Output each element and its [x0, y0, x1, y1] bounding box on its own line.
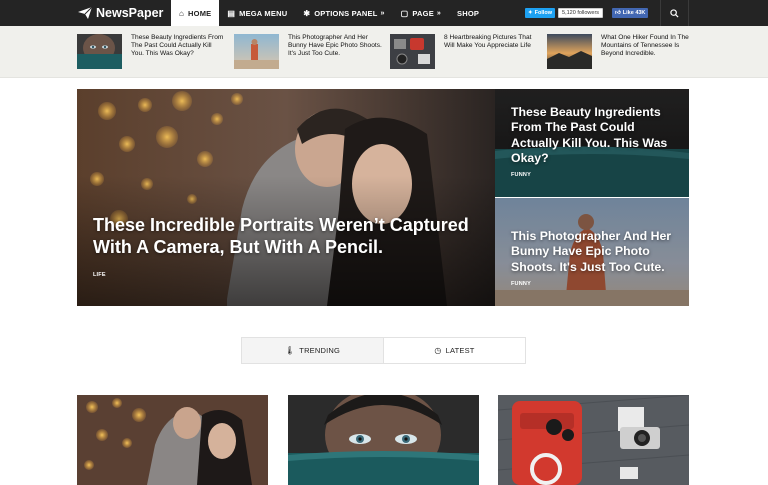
ticker-item[interactable]: This Photographer And Her Bunny Have Epi…	[234, 34, 383, 69]
paper-plane-icon	[78, 7, 92, 19]
twitter-follow-button[interactable]: ✦ Follow	[525, 8, 556, 18]
hero-main-post[interactable]: These Incredible Portraits Weren’t Captu…	[77, 89, 495, 306]
ticker-thumbnail-bunny-photographer	[234, 34, 279, 69]
ticker-thumbnail-mountain-sunset	[547, 34, 592, 69]
twitter-follower-count: 5,120 followers	[558, 8, 604, 18]
nav-mega-menu-label: MEGA MENU	[239, 8, 288, 18]
hero-side-title[interactable]: These Beauty Ingredients From The Past C…	[511, 105, 681, 167]
hero-side-post[interactable]: These Beauty Ingredients From The Past C…	[495, 89, 689, 197]
hero-side-category[interactable]: FUNNY	[511, 172, 531, 178]
post-card[interactable]	[77, 395, 268, 485]
post-filter-tabs: 🌡︎ TRENDING ◷ LATEST	[241, 337, 526, 364]
ticker-title[interactable]: What One Hiker Found In The Mountains of…	[601, 34, 696, 69]
nav-home[interactable]: ⌂ HOME	[171, 0, 220, 26]
ticker-thumbnail-woman-eyes	[77, 34, 122, 69]
post-card-image-woman-eyes	[288, 395, 479, 485]
ticker-title[interactable]: These Beauty Ingredients From The Past C…	[131, 34, 226, 69]
hero-main-category[interactable]: LIFE	[93, 272, 106, 278]
facebook-like-label: Like 43K	[622, 10, 646, 16]
hero-main-image-couple	[77, 89, 495, 306]
hero-main-title[interactable]: These Incredible Portraits Weren’t Captu…	[93, 214, 483, 258]
logo-text: NewsPaper	[96, 6, 164, 20]
page-icon: ▢	[400, 8, 409, 18]
gear-icon: ✱	[303, 8, 311, 18]
top-navigation-bar: NewsPaper ⌂ HOME ▤ MEGA MENU ✱ OPTIONS P…	[0, 0, 768, 26]
search-icon	[670, 8, 679, 18]
twitter-icon: ✦	[528, 10, 533, 16]
hero-grid: These Incredible Portraits Weren’t Captu…	[77, 89, 689, 306]
ticker-thumbnail-gadgets	[390, 34, 435, 69]
search-button[interactable]	[660, 0, 689, 26]
ticker-item[interactable]: 8 Heartbreaking Pictures That Will Make …	[390, 34, 539, 69]
chevron-right-icon: »	[380, 9, 385, 17]
twitter-follow-label: Follow	[534, 10, 553, 16]
nav-shop[interactable]: SHOP	[449, 0, 487, 26]
thumbs-up-icon: 👍︎	[615, 10, 621, 16]
facebook-like-button[interactable]: 👍︎ Like 43K	[612, 8, 649, 18]
nav-mega-menu[interactable]: ▤ MEGA MENU	[219, 0, 295, 26]
nav-shop-label: SHOP	[457, 8, 480, 18]
hero-side-title[interactable]: This Photographer And Her Bunny Have Epi…	[511, 229, 681, 275]
tab-trending[interactable]: 🌡︎ TRENDING	[242, 338, 384, 363]
post-card-image-gadgets	[498, 395, 689, 485]
ticker-title[interactable]: This Photographer And Her Bunny Have Epi…	[288, 34, 383, 69]
tab-latest[interactable]: ◷ LATEST	[384, 338, 525, 363]
hero-side-category[interactable]: FUNNY	[511, 281, 531, 287]
post-card[interactable]	[288, 395, 479, 485]
nav-home-label: HOME	[188, 8, 212, 18]
flame-icon: 🌡︎	[284, 346, 296, 355]
ticker-item[interactable]: These Beauty Ingredients From The Past C…	[77, 34, 226, 69]
tab-latest-label: LATEST	[445, 346, 475, 355]
post-card-image-couple	[77, 395, 268, 485]
ticker-title[interactable]: 8 Heartbreaking Pictures That Will Make …	[444, 34, 539, 69]
site-logo[interactable]: NewsPaper	[78, 4, 163, 22]
clock-icon: ◷	[434, 346, 442, 355]
tab-trending-label: TRENDING	[299, 346, 341, 355]
post-card[interactable]	[498, 395, 689, 485]
hero-side-post[interactable]: This Photographer And Her Bunny Have Epi…	[495, 198, 689, 306]
home-icon: ⌂	[179, 8, 185, 18]
nav-page[interactable]: ▢ PAGE »	[393, 0, 449, 26]
nav-options-panel[interactable]: ✱ OPTIONS PANEL »	[295, 0, 392, 26]
main-nav: ⌂ HOME ▤ MEGA MENU ✱ OPTIONS PANEL » ▢ P…	[171, 0, 487, 26]
nav-page-label: PAGE	[412, 8, 434, 18]
social-buttons: ✦ Follow 5,120 followers 👍︎ Like 43K	[525, 8, 649, 18]
menu-icon: ▤	[227, 8, 236, 18]
nav-options-panel-label: OPTIONS PANEL	[314, 8, 378, 18]
ticker-item[interactable]: What One Hiker Found In The Mountains of…	[547, 34, 696, 69]
chevron-right-icon: »	[436, 9, 441, 17]
featured-ticker: These Beauty Ingredients From The Past C…	[0, 26, 768, 78]
